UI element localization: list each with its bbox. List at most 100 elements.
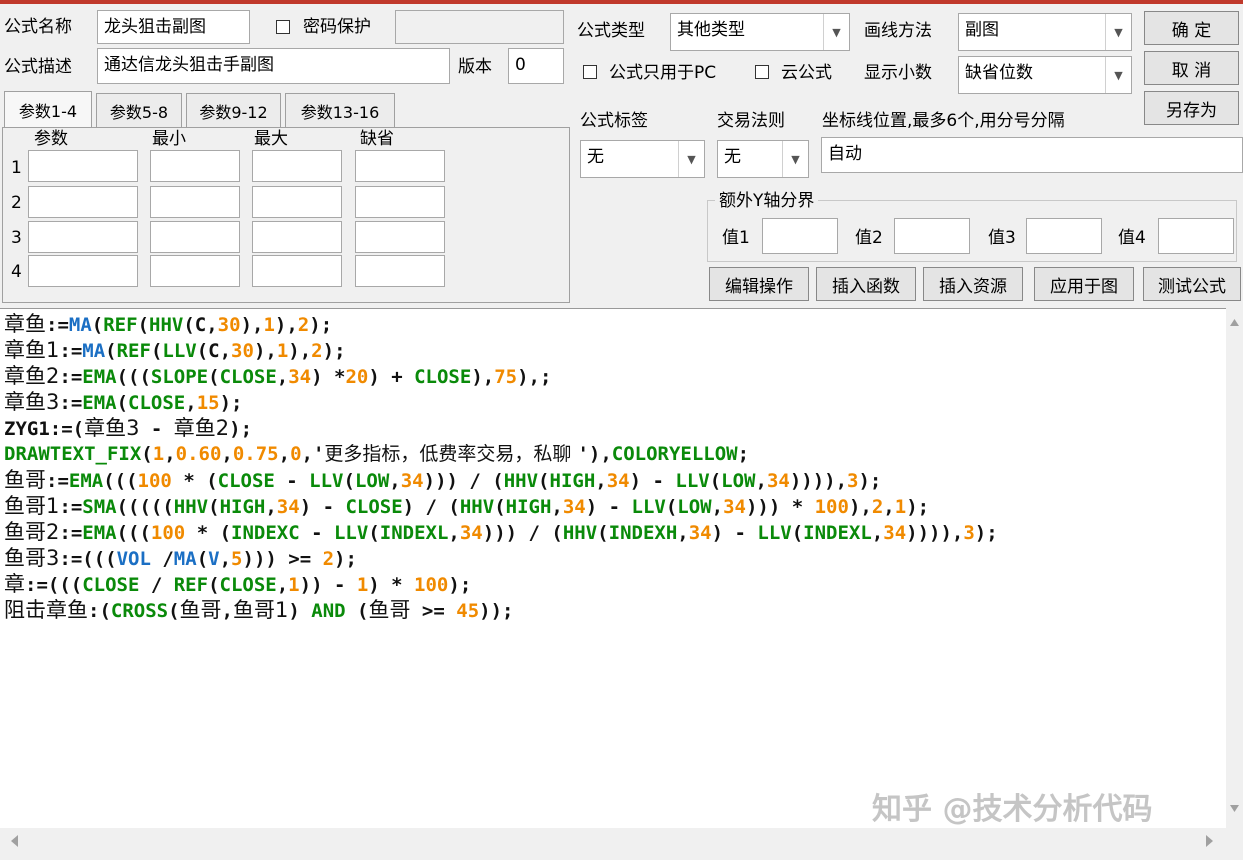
insert-resource-button[interactable]: 插入资源 [923,267,1023,301]
test-formula-button[interactable]: 测试公式 [1143,267,1241,301]
code-token: 章鱼2 [4,364,60,388]
window-top-border [0,0,1243,4]
formula-type-select[interactable]: 其他类型 ▼ [670,13,850,51]
code-line[interactable]: 章鱼1:=MA(REF(LLV(C,30),1),2); [4,337,346,363]
code-line[interactable]: 阻击章鱼:(CROSS(鱼哥,鱼哥1) AND (鱼哥 >= 45)); [4,597,513,623]
code-token: 章鱼2 [173,416,230,440]
draw-method-select[interactable]: 副图 ▼ [958,13,1132,51]
decimals-label: 显示小数 [864,63,932,83]
code-token: EMA [82,522,117,544]
yaxis-value-3-input[interactable] [1026,218,1102,254]
edit-operation-button[interactable]: 编辑操作 [709,267,809,301]
param-3-max-input[interactable] [252,221,342,253]
chevron-down-icon[interactable]: ▼ [782,141,808,177]
code-token: REF [103,314,138,336]
code-line[interactable]: 鱼哥:=EMA(((100 * (CLOSE - LLV(LOW,34))) /… [4,467,881,493]
code-line[interactable]: 章:=(((CLOSE / REF(CLOSE,1)) - 1) * 100); [4,571,471,597]
chevron-down-icon[interactable]: ▼ [1105,57,1131,93]
code-line[interactable]: 章鱼3:=EMA(CLOSE,15); [4,389,242,415]
chevron-down-icon[interactable]: ▼ [823,14,849,50]
trade-rule-label: 交易法则 [717,111,785,131]
save-as-button[interactable]: 另存为 [1144,91,1239,125]
formula-name-input[interactable]: 龙头狙击副图 [97,10,250,44]
code-line[interactable]: 鱼哥1:=SMA(((((HHV(HIGH,34) - CLOSE) / (HH… [4,493,929,519]
code-token: - [299,522,334,544]
code-token: ))) [482,522,518,544]
tab-params-13-16[interactable]: 参数13-16 [285,93,395,127]
password-input[interactable] [395,10,564,44]
code-token: 1 [263,314,275,336]
cloud-formula-checkbox[interactable] [755,65,769,79]
code-line[interactable]: 鱼哥2:=EMA(((100 * (INDEXC - LLV(INDEXL,34… [4,519,998,545]
tab-params-5-8[interactable]: 参数5-8 [96,93,182,127]
formula-tag-select[interactable]: 无 ▼ [580,140,705,178]
param-1-min-input[interactable] [150,150,240,182]
param-3-name-input[interactable] [28,221,138,253]
scroll-down-icon[interactable] [1230,805,1239,812]
cancel-button[interactable]: 取 消 [1144,51,1239,85]
code-token: '), [577,443,612,465]
apply-to-chart-button[interactable]: 应用于图 [1034,267,1134,301]
scroll-left-icon[interactable] [11,835,18,847]
param-2-min-input[interactable] [150,186,240,218]
yaxis-value-2-input[interactable] [894,218,970,254]
code-token: ), [848,496,872,518]
code-token: ); [858,470,882,492]
code-token: ); [448,574,472,596]
ok-button[interactable]: 确 定 [1144,11,1239,45]
param-4-name-input[interactable] [28,255,138,287]
decimals-select[interactable]: 缺省位数 ▼ [958,56,1132,94]
code-token: HIGH [219,496,266,518]
code-line[interactable]: 章鱼2:=EMA(((SLOPE(CLOSE,34) *20) + CLOSE)… [4,363,551,389]
version-input[interactable]: 0 [508,48,564,84]
param-2-name-input[interactable] [28,186,138,218]
code-token: 34 [562,496,586,518]
password-checkbox[interactable] [276,20,290,34]
param-4-default-input[interactable] [355,255,445,287]
code-line[interactable]: 鱼哥3:=(((VOL /MA(V,5))) >= 2); [4,545,357,571]
code-token: :=((( [59,548,117,570]
param-1-name-input[interactable] [28,150,138,182]
pc-only-checkbox[interactable] [583,65,597,79]
code-editor[interactable]: 章鱼:=MA(REF(HHV(C,30),1),2); 章鱼1:=MA(REF(L… [0,308,1226,829]
vertical-scrollbar[interactable] [1226,308,1243,828]
param-1-default-input[interactable] [355,150,445,182]
param-header-min: 最小 [152,129,186,149]
code-line[interactable]: ZYG1:=(章鱼3 - 章鱼2); [4,415,252,441]
insert-function-button[interactable]: 插入函数 [816,267,916,301]
tab-params-1-4[interactable]: 参数1-4 [4,91,92,127]
formula-desc-input[interactable]: 通达信龙头狙击手副图 [97,48,450,84]
horizontal-scrollbar[interactable] [0,828,1243,855]
param-2-default-input[interactable] [355,186,445,218]
draw-method-value: 副图 [965,20,999,40]
code-token: AND [311,600,346,622]
decimals-value: 缺省位数 [965,63,1033,83]
param-4-min-input[interactable] [150,255,240,287]
code-token: 1 [276,340,289,362]
scroll-up-icon[interactable] [1230,319,1239,326]
param-1-max-input[interactable] [252,150,342,182]
param-3-default-input[interactable] [355,221,445,253]
yaxis-value-4-input[interactable] [1158,218,1234,254]
code-token: ) - [629,470,676,492]
param-2-max-input[interactable] [252,186,342,218]
code-token: 34 [723,496,746,518]
chevron-down-icon[interactable]: ▼ [1105,14,1131,50]
param-3-min-input[interactable] [150,221,240,253]
tab-params-9-12[interactable]: 参数9-12 [186,93,281,127]
scroll-right-icon[interactable] [1206,835,1213,847]
code-token: (C, [196,340,232,362]
code-token: , [871,522,884,544]
param-4-max-input[interactable] [252,255,342,287]
code-token: := [46,470,69,492]
chevron-down-icon[interactable]: ▼ [678,141,704,177]
code-token: ); [219,392,243,414]
code-token: ( [105,340,117,362]
axis-lines-input[interactable]: 自动 [821,137,1243,173]
code-token: ) * [311,366,346,388]
code-token: INDEXC [231,522,300,544]
yaxis-value-1-input[interactable] [762,218,838,254]
code-line[interactable]: 章鱼:=MA(REF(HHV(C,30),1),2); [4,311,332,337]
code-line[interactable]: DRAWTEXT_FIX(1,0.60,0.75,0,'更多指标，低费率交易，私… [4,441,749,467]
trade-rule-select[interactable]: 无 ▼ [717,140,809,178]
